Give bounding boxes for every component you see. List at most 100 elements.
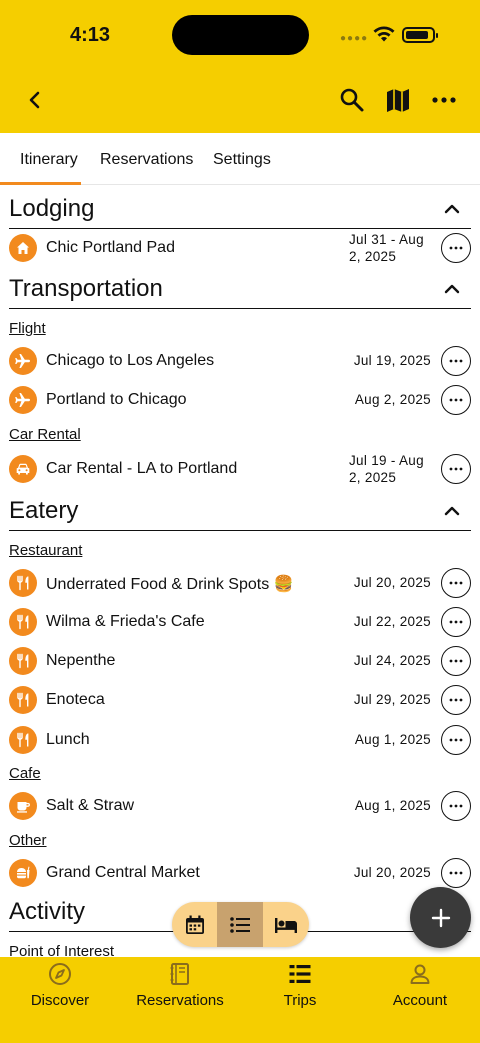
add-button[interactable] <box>410 887 471 948</box>
item-name: Nepenthe <box>46 652 116 669</box>
item-more-button[interactable] <box>441 568 471 598</box>
tab-itinerary[interactable]: Itinerary <box>20 151 78 169</box>
nav-account[interactable]: Account <box>360 957 480 1017</box>
list-item[interactable]: Wilma & Frieda's Cafe Jul 22, 2025 <box>0 604 480 640</box>
subheading-flight: Flight <box>9 320 46 337</box>
item-name: Enoteca <box>46 691 105 708</box>
notebook-icon <box>170 963 189 985</box>
item-name: Chicago to Los Angeles <box>46 352 215 369</box>
item-more-button[interactable] <box>441 791 471 821</box>
nav-reservations[interactable]: Reservations <box>120 957 240 1017</box>
fork-knife-icon <box>9 686 37 714</box>
list-item[interactable]: Enoteca Jul 29, 2025 <box>0 682 480 718</box>
section-title: Eatery <box>9 497 79 524</box>
item-name: Wilma & Frieda's Cafe <box>46 613 205 630</box>
compass-icon <box>49 963 71 985</box>
item-name: Portland to Chicago <box>46 391 187 408</box>
dynamic-island <box>172 15 309 55</box>
chevron-up-icon[interactable] <box>443 281 461 295</box>
section-header-transportation[interactable]: Transportation <box>9 275 471 309</box>
item-date: Aug 1, 2025 <box>354 732 431 747</box>
section-title: Transportation <box>9 275 163 302</box>
item-date: Aug 2, 2025 <box>354 392 431 407</box>
nav-trips[interactable]: Trips <box>240 957 360 1017</box>
item-more-button[interactable] <box>441 385 471 415</box>
status-time: 4:13 <box>70 24 111 46</box>
bottom-navigation: Discover Reservations Trips Account <box>0 957 480 1043</box>
search-icon[interactable] <box>338 86 366 114</box>
list-item[interactable]: Chicago to Los Angeles Jul 19, 2025 <box>0 343 480 379</box>
list-view-button[interactable] <box>217 902 263 947</box>
item-more-button[interactable] <box>441 454 471 484</box>
nav-label: Trips <box>283 992 317 1009</box>
bed-icon <box>275 917 297 933</box>
section-header-lodging[interactable]: Lodging <box>9 195 471 229</box>
lodging-view-button[interactable] <box>263 902 309 947</box>
more-options-icon[interactable] <box>430 86 458 114</box>
list-item[interactable]: Chic Portland Pad Jul 31 - Aug 2, 2025 <box>0 230 480 266</box>
signal-icon: ●●●● <box>340 33 369 44</box>
section-title: Lodging <box>9 195 95 222</box>
chevron-up-icon[interactable] <box>443 503 461 517</box>
itinerary-list-icon <box>289 965 311 983</box>
nav-discover[interactable]: Discover <box>0 957 120 1017</box>
item-date: Jul 20, 2025 <box>353 575 431 590</box>
airplane-icon <box>9 386 37 414</box>
view-switcher <box>172 902 309 947</box>
item-more-button[interactable] <box>441 725 471 755</box>
back-arrow-icon[interactable] <box>22 86 48 114</box>
top-app-bar: 4:13 ●●●● <box>0 0 480 133</box>
item-more-button[interactable] <box>441 685 471 715</box>
item-name: Lunch <box>46 731 90 748</box>
map-icon[interactable] <box>384 86 412 114</box>
home-icon <box>9 234 37 262</box>
list-item[interactable]: Underrated Food & Drink Spots 🍔 Jul 20, … <box>0 565 480 601</box>
wifi-icon <box>373 26 395 42</box>
fork-knife-icon <box>9 726 37 754</box>
item-date: Jul 22, 2025 <box>353 614 431 629</box>
item-name: Salt & Straw <box>46 797 135 814</box>
subheading-restaurant: Restaurant <box>9 542 83 559</box>
item-more-button[interactable] <box>441 858 471 888</box>
list-item[interactable]: Nepenthe Jul 24, 2025 <box>0 643 480 679</box>
item-date: Jul 29, 2025 <box>353 692 431 707</box>
tab-reservations[interactable]: Reservations <box>100 151 193 169</box>
calendar-view-button[interactable] <box>172 902 218 947</box>
item-more-button[interactable] <box>441 646 471 676</box>
item-name: Car Rental - LA to Portland <box>46 460 238 477</box>
list-icon <box>230 916 250 933</box>
plus-icon <box>431 908 450 927</box>
subheading-cafe: Cafe <box>9 765 41 782</box>
subheading-other: Other <box>9 832 47 849</box>
fork-knife-icon <box>9 608 37 636</box>
fast-food-icon <box>9 859 37 887</box>
list-item[interactable]: Grand Central Market Jul 20, 2025 <box>0 855 480 891</box>
car-icon <box>9 455 37 483</box>
tab-settings[interactable]: Settings <box>213 151 271 169</box>
item-name: Chic Portland Pad <box>46 239 175 256</box>
item-name: Underrated Food & Drink Spots 🍔 <box>46 576 294 593</box>
nav-label: Reservations <box>136 992 224 1009</box>
item-date: Jul 31 - Aug 2, 2025 <box>349 232 424 264</box>
list-item[interactable]: Portland to Chicago Aug 2, 2025 <box>0 382 480 418</box>
item-more-button[interactable] <box>441 233 471 263</box>
item-more-button[interactable] <box>441 607 471 637</box>
fork-knife-icon <box>9 569 37 597</box>
section-title: Activity <box>9 898 86 925</box>
coffee-cup-icon <box>9 792 37 820</box>
battery-icon <box>402 27 438 43</box>
list-item[interactable]: Car Rental - LA to Portland Jul 19 - Aug… <box>0 451 480 487</box>
item-more-button[interactable] <box>441 346 471 376</box>
person-icon <box>410 964 430 984</box>
airplane-icon <box>9 347 37 375</box>
item-date: Jul 19 - Aug 2, 2025 <box>349 453 424 485</box>
nav-label: Account <box>392 992 448 1009</box>
chevron-up-icon[interactable] <box>443 201 461 215</box>
section-header-eatery[interactable]: Eatery <box>9 497 471 531</box>
list-item[interactable]: Lunch Aug 1, 2025 <box>0 722 480 758</box>
tab-bar: Itinerary Reservations Settings <box>0 133 480 185</box>
list-item[interactable]: Salt & Straw Aug 1, 2025 <box>0 788 480 824</box>
item-name: Grand Central Market <box>46 864 200 881</box>
nav-label: Discover <box>30 992 90 1009</box>
tab-active-indicator <box>0 182 81 185</box>
